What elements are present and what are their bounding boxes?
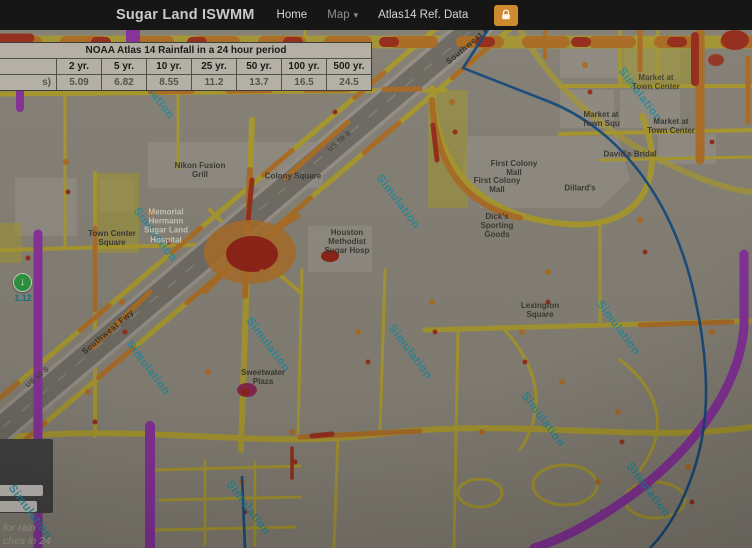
rainfall-table-title: NOAA Atlas 14 Rainfall in a 24 hour peri…	[0, 43, 371, 59]
nav-atlas14-ref-data[interactable]: Atlas14 Ref. Data	[378, 9, 468, 21]
map-label: Market atTown Center	[647, 117, 695, 135]
map-marker-label: 1.12	[8, 293, 38, 303]
app-header: Sugar Land ISWMM Home Map▾ Atlas14 Ref. Da…	[0, 0, 752, 30]
rain-col-header: 50 yr.	[236, 59, 281, 74]
map-label: Market atTown Squ	[582, 110, 620, 128]
rain-value: 5.09	[56, 75, 101, 90]
map-label: Southwest Fwy	[80, 308, 135, 357]
map-label: Dick'sSportingGoods	[481, 212, 514, 240]
rain-col-header: 2 yr.	[56, 59, 101, 74]
map-label: First ColonyMall	[491, 159, 538, 177]
app-window: { "header": { "title": "Sugar Land ISWMM…	[0, 0, 752, 548]
rain-col-header: 100 yr.	[281, 59, 326, 74]
rain-value: 11.2	[191, 75, 236, 90]
signin-button[interactable]	[494, 5, 518, 26]
map-canvas[interactable]: SimulationSimulationSimulationSimulation…	[0, 30, 752, 548]
map-label: US 59 S	[327, 130, 354, 154]
rain-value: 16.5	[281, 75, 326, 90]
map-label-layer: Nikon FusionGrill Colony Square MemorialHe…	[0, 30, 752, 548]
rainfall-table-values-row: s) 5.096.828.5511.213.716.524.5	[0, 75, 371, 90]
map-label: Nikon FusionGrill	[175, 161, 226, 179]
rainfall-table: NOAA Atlas 14 Rainfall in a 24 hour peri…	[0, 42, 372, 91]
map-marker[interactable]: ↓	[13, 273, 32, 292]
rain-value: 8.55	[146, 75, 191, 90]
header-nav: Home Map▾ Atlas14 Ref. Data	[277, 9, 469, 21]
map-label: Colony Square	[265, 171, 321, 180]
rain-col-header: 500 yr.	[326, 59, 371, 74]
rain-col-header: 25 yr.	[191, 59, 236, 74]
map-label: US 59 S	[25, 366, 52, 390]
nav-home[interactable]: Home	[277, 9, 308, 21]
rain-row-label-header	[0, 59, 56, 74]
lock-icon	[500, 9, 512, 21]
map-label: David's Bridal	[603, 149, 656, 158]
map-label: Southwest Fwy	[444, 30, 499, 66]
map-label: Market atTown Center	[632, 73, 680, 91]
rain-value: 24.5	[326, 75, 371, 90]
map-label: LexingtonSquare	[521, 301, 559, 319]
rainfall-table-header-row: 2 yr.5 yr.10 yr.25 yr.50 yr.100 yr.500 y…	[0, 59, 371, 75]
app-title: Sugar Land ISWMM	[116, 7, 255, 23]
rain-value: 6.82	[101, 75, 146, 90]
rain-col-header: 5 yr.	[101, 59, 146, 74]
map-label: Dillard's	[564, 183, 595, 192]
rain-value: 13.7	[236, 75, 281, 90]
rain-col-header: 10 yr.	[146, 59, 191, 74]
map-label: MemorialHermannSugar LandHospital	[144, 208, 188, 245]
down-arrow-icon: ↓	[20, 277, 26, 288]
map-label: HoustonMethodistSugar Hosp	[325, 228, 370, 256]
rain-row-label: s)	[0, 75, 56, 90]
chevron-down-icon: ▾	[354, 11, 359, 20]
map-label: First ColonyMall	[474, 176, 521, 194]
nav-map[interactable]: Map▾	[327, 9, 358, 21]
map-label: Town CenterSquare	[88, 229, 136, 247]
map-label: SweetwaterPlaza	[241, 368, 285, 386]
